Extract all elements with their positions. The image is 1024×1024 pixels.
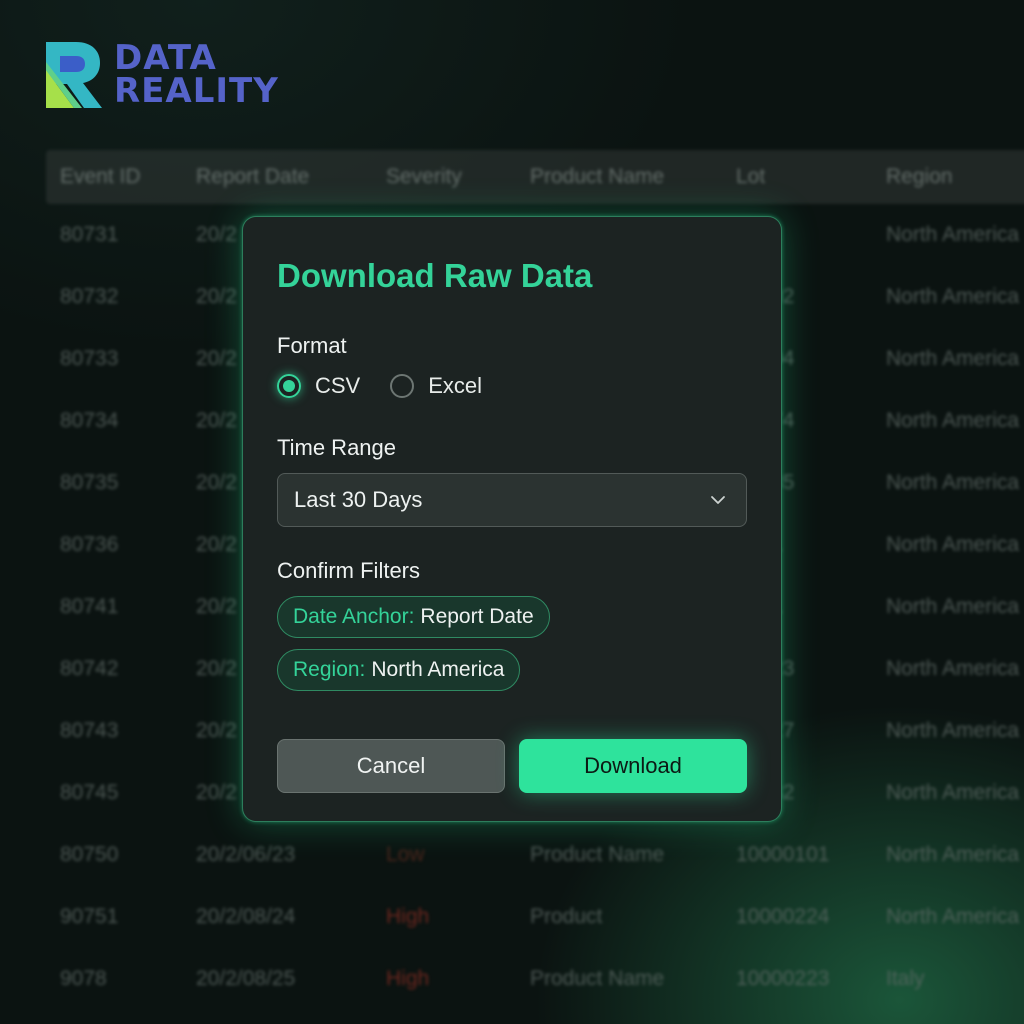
table-cell-region: North America [886,843,1020,866]
download-raw-data-dialog: Download Raw Data Format CSV Excel Time … [242,216,782,822]
table-cell-region: North America [886,719,1020,742]
chevron-down-icon [711,496,725,504]
table-cell-lot: 10000224 [736,905,830,928]
format-option-csv[interactable]: CSV [277,373,360,399]
column-header-region[interactable]: Region [872,165,1024,189]
table-cell-region: North America [886,223,1020,246]
table-cell-region: North America [886,905,1020,928]
format-option-label: CSV [315,373,361,398]
table-cell-event-id: 80750 [60,843,119,866]
column-header-report-date[interactable]: Report Date [182,165,372,189]
table-cell-event-id: 80742 [60,657,119,680]
time-range-label: Time Range [277,435,397,460]
download-button[interactable]: Download [519,739,747,793]
table-header: Event ID Report Date Severity Product Na… [46,150,1024,204]
table-cell-severity: High [386,967,430,990]
column-header-event-id[interactable]: Event ID [46,165,182,189]
filter-chip-key: Region: [293,658,366,681]
brand-name: DATA REALITY [114,41,279,111]
table-cell-severity: High [386,905,430,928]
column-header-severity[interactable]: Severity [372,165,516,189]
table-cell-region: North America [886,471,1020,494]
format-radio-group: CSV Excel [277,373,512,399]
table-cell-region: North America [886,781,1020,804]
filter-chip-date-anchor[interactable]: Date Anchor: Report Date [277,596,550,638]
logo-mark-icon [46,42,102,108]
format-label: Format [277,333,347,358]
table-cell-region: North America [886,657,1020,680]
table-cell-event-id: 90751 [60,905,119,928]
brand-line-2: REALITY [114,71,279,111]
table-cell-event-id: 80733 [60,347,119,370]
table-cell-event-id: 80732 [60,285,119,308]
table-cell-product-name: Product Name [530,967,665,990]
cancel-button[interactable]: Cancel [277,739,505,793]
table-cell-product-name: Product [530,905,603,928]
format-option-label: Excel [428,373,483,398]
table-cell-region: North America [886,285,1020,308]
table-row[interactable]: 9078 20/2/08/25 High Product Name 10000223 It… [46,948,1024,1010]
table-cell-event-id: 80743 [60,719,119,742]
column-header-product-name[interactable]: Product Name [516,165,722,189]
table-cell-severity: Low [386,843,425,866]
table-cell-event-id: 80735 [60,471,119,494]
table-cell-report-date: 20/2/08/25 [196,967,296,990]
table-cell-event-id: 80745 [60,781,119,804]
table-cell-region: North America [886,409,1020,432]
table-cell-event-id: 80731 [60,223,119,246]
table-row[interactable]: 80750 20/2/06/23 Low Product Name 10000101 No… [46,824,1024,886]
table-cell-region: North America [886,347,1020,370]
filter-chip-value: Report Date [420,605,534,628]
table-row[interactable]: 90751 20/2/08/24 High Product 10000224 North … [46,886,1024,948]
format-option-excel[interactable]: Excel [390,373,482,399]
table-cell-event-id: 80736 [60,533,119,556]
table-cell-product-name: Product Name [530,843,665,866]
time-range-select[interactable]: Last 30 Days [277,473,747,527]
table-cell-region: North America [886,595,1020,618]
table-cell-region: Italy [886,967,925,990]
table-cell-region: North America [886,533,1020,556]
filter-chip-key: Date Anchor: [293,605,415,628]
time-range-value: Last 30 Days [294,487,423,512]
app-background: DATA REALITY Event ID Report Date Severi… [0,0,1024,1024]
confirm-filters-label: Confirm Filters [277,558,421,583]
table-cell-report-date: 20/2/06/23 [196,843,296,866]
table-cell-event-id: 80741 [60,595,119,618]
table-cell-lot: 10000223 [736,967,830,990]
column-header-lot[interactable]: Lot [722,165,872,189]
table-cell-lot: 10000101 [736,843,830,866]
dialog-title: Download Raw Data [277,257,593,294]
filter-chip-region[interactable]: Region: North America [277,649,521,691]
radio-checked-icon[interactable] [277,374,301,398]
table-cell-event-id: 80734 [60,409,119,432]
table-cell-event-id: 9078 [60,967,107,990]
radio-unchecked-icon[interactable] [390,374,415,398]
filter-chip-value: North America [371,658,505,681]
table-cell-report-date: 20/2/08/24 [196,905,296,928]
brand-logo: DATA REALITY [46,41,279,111]
